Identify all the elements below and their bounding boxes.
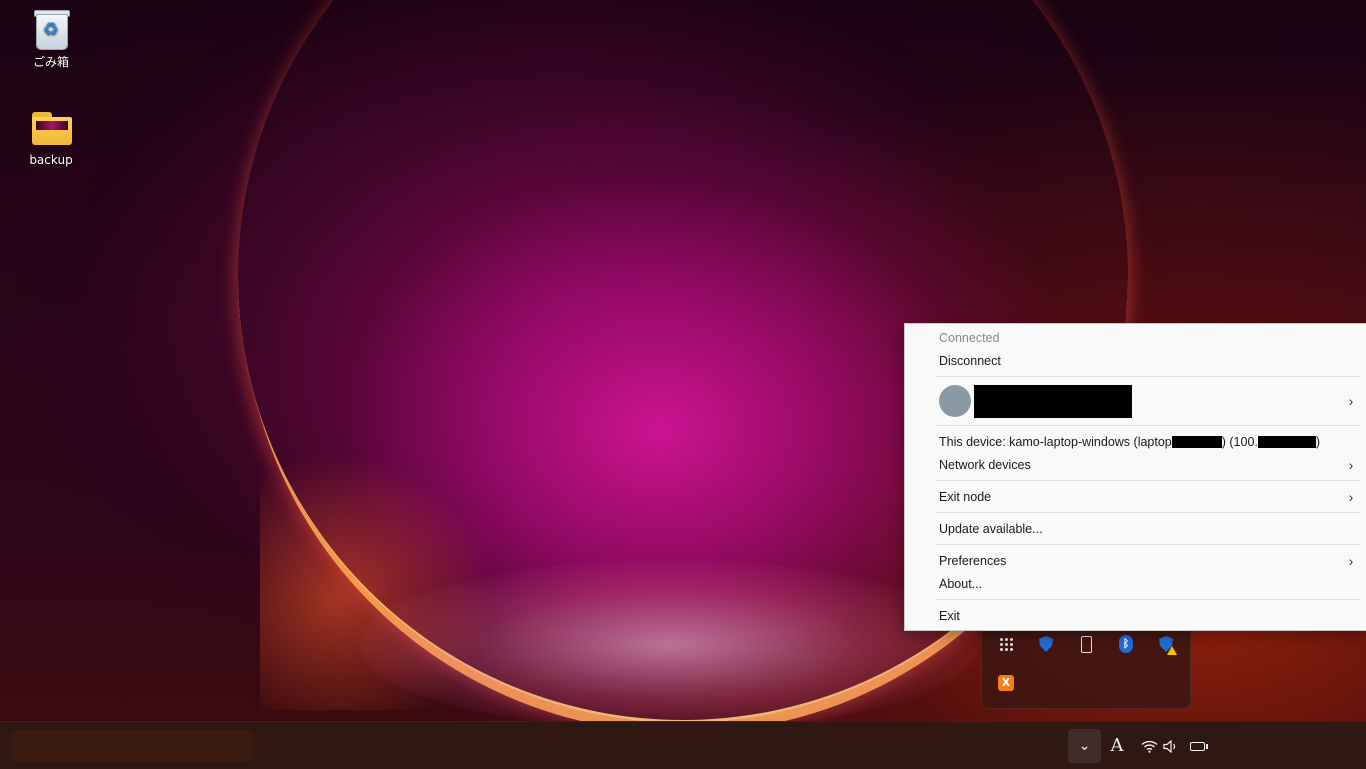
chevron-right-icon: › [1348,457,1354,473]
menu-item-this-device[interactable]: This device: kamo-laptop-windows (laptop… [939,432,1320,452]
menu-item-preferences[interactable]: Preferences [939,551,1006,571]
ime-indicator[interactable]: A [1106,729,1128,763]
desktop-icon-backup-folder[interactable]: backup [11,108,91,167]
recycle-bin-icon: ♻ [30,8,72,50]
chevron-right-icon: › [1348,553,1354,569]
menu-item-exit-node[interactable]: Exit node [939,487,991,507]
menu-item-about[interactable]: About... [939,574,982,594]
redacted-device-suffix [1171,436,1222,448]
desktop-icon-label: ごみ箱 [32,55,69,69]
desktop-icon-recycle-bin[interactable]: ♻ ごみ箱 [11,8,91,70]
security-warning-shield-icon[interactable] [1154,632,1178,656]
xampp-icon[interactable]: X [994,671,1018,695]
menu-item-network-devices[interactable]: Network devices [939,455,1031,475]
menu-item-disconnect[interactable]: Disconnect [939,351,1001,371]
device-info-prefix: This device: kamo-laptop-windows (laptop [939,435,1172,449]
device-info-suffix: ) [1315,435,1321,449]
avatar [939,385,971,417]
redacted-ip-address [1257,436,1316,448]
chevron-right-icon: › [1348,489,1354,505]
device-info-mid: ) (100. [1221,435,1258,449]
usb-eject-icon[interactable] [1074,632,1098,656]
battery-icon[interactable] [1186,729,1208,763]
wifi-icon[interactable] [1138,729,1160,763]
tray-overflow-flyout: ᛒ X [981,622,1191,709]
menu-separator [935,544,1360,545]
chevron-up-icon: ⌄ [1078,738,1091,754]
taskbar-empty-area [12,730,252,762]
menu-separator [935,480,1360,481]
menu-item-connected-status: Connected [939,331,1000,345]
volume-icon[interactable] [1161,729,1181,763]
tailscale-context-menu: Connected Disconnect › This device: kamo… [904,323,1366,631]
menu-separator [935,376,1360,377]
chevron-right-icon: › [1348,393,1354,409]
menu-item-account[interactable]: › [905,381,1366,421]
redacted-account-name [974,385,1132,418]
wallpaper-glow-bottom [360,560,980,721]
desktop-icon-label: backup [29,153,73,167]
menu-item-exit[interactable]: Exit [939,606,960,626]
taskbar: ⌄ A [0,721,1366,769]
menu-separator [935,425,1360,426]
menu-item-update-available[interactable]: Update available... [939,519,1043,539]
show-hidden-icons-button[interactable]: ⌄ [1068,729,1101,763]
menu-separator [935,512,1360,513]
apps-grid-icon[interactable] [994,632,1018,656]
bluetooth-icon[interactable]: ᛒ [1114,632,1138,656]
menu-separator [935,599,1360,600]
defender-shield-icon[interactable] [1034,632,1058,656]
folder-icon [30,108,72,150]
